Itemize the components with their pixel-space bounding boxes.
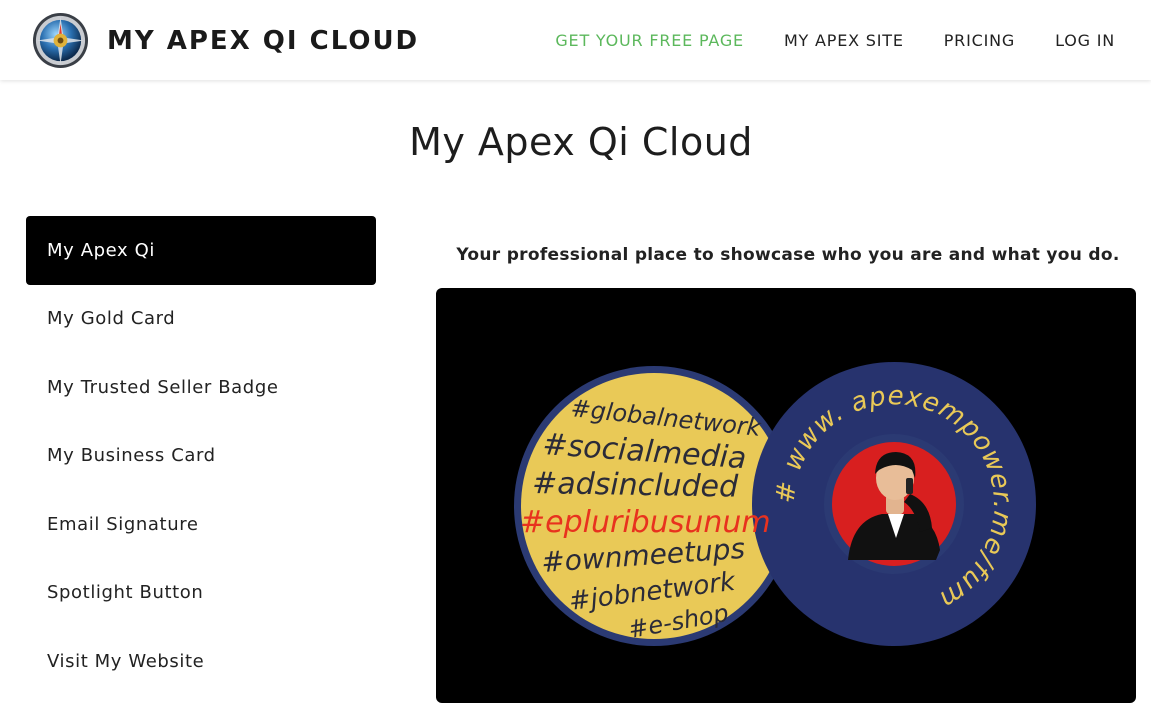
sidebar-item-email-signature[interactable]: Email Signature bbox=[26, 490, 376, 559]
sidebar-item-my-gold-card[interactable]: My Gold Card bbox=[26, 285, 376, 354]
sidebar-item-visit-website[interactable]: Visit My Website bbox=[26, 627, 376, 696]
sidebar-item-spotlight-button[interactable]: Spotlight Button bbox=[26, 559, 376, 628]
nav-get-free-page[interactable]: GET YOUR FREE PAGE bbox=[555, 31, 744, 50]
top-navbar: MY APEX QI CLOUD GET YOUR FREE PAGE MY A… bbox=[0, 0, 1151, 80]
page-title: My Apex Qi Cloud bbox=[409, 120, 753, 164]
sidebar-item-trusted-seller-badge[interactable]: My Trusted Seller Badge bbox=[26, 353, 376, 422]
nav-my-apex-site[interactable]: MY APEX SITE bbox=[784, 31, 904, 50]
globe-compass-icon bbox=[32, 12, 89, 69]
sidebar-menu: My Apex Qi My Gold Card My Trusted Selle… bbox=[26, 216, 376, 696]
nav-pricing[interactable]: PRICING bbox=[944, 31, 1015, 50]
nav-log-in[interactable]: LOG IN bbox=[1055, 31, 1115, 50]
brand-name: MY APEX QI CLOUD bbox=[107, 25, 420, 56]
badge-image-panel: # www. apexempower.me/fumedical #globaln… bbox=[436, 288, 1136, 703]
brand-home-link[interactable]: MY APEX QI CLOUD bbox=[32, 12, 419, 69]
sidebar-item-business-card[interactable]: My Business Card bbox=[26, 422, 376, 491]
badges-illustration: # www. apexempower.me/fumedical #globaln… bbox=[436, 288, 1036, 646]
page-tagline: Your professional place to showcase who … bbox=[456, 245, 1120, 265]
hashtag-line: #adsincluded bbox=[532, 466, 739, 505]
sidebar-item-my-apex-qi[interactable]: My Apex Qi bbox=[26, 216, 376, 285]
main-nav: GET YOUR FREE PAGE MY APEX SITE PRICING … bbox=[515, 0, 1115, 80]
